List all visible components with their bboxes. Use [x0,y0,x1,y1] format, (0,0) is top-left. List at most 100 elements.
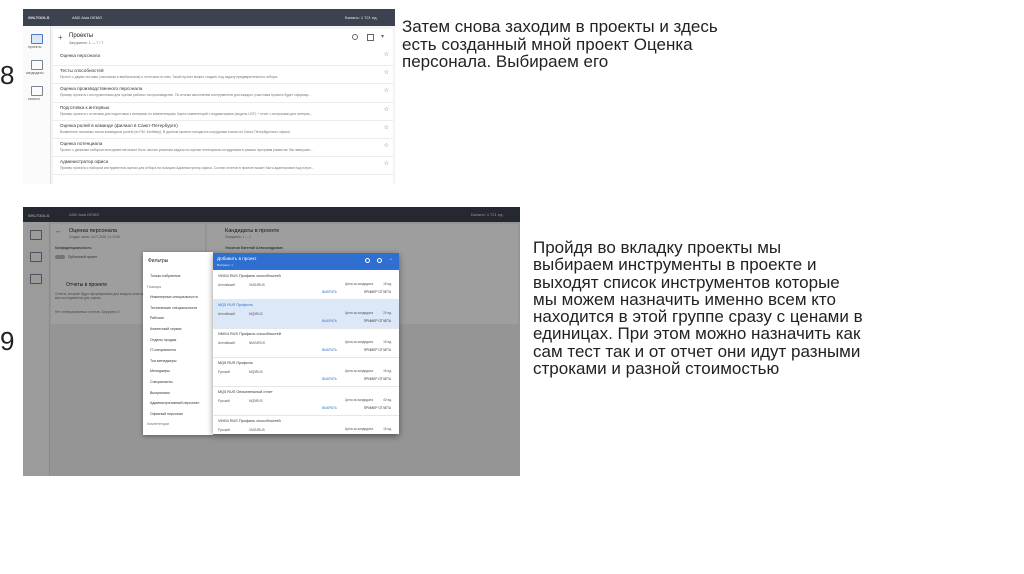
example-report-button[interactable]: ПРИМЕР ОТЧЕТА [364,377,391,381]
project-row[interactable]: Подготовка к интервью Пример проекта с от… [53,102,393,121]
favorite-star-icon[interactable]: ☆ [384,106,389,113]
search-icon-dialog[interactable] [365,258,370,263]
filter-item[interactable]: Отделы продаж [150,338,176,342]
price-label: Цена за кандидата [344,427,373,431]
projects-panel: + Проекты Загружено: 1 — 7 / 7 ▾ Оценка … [53,29,393,184]
project-title[interactable]: Оценка персонала [60,53,100,58]
balance: Баланс: 1 721 ед. [345,15,378,20]
instrument-row[interactable]: MQ5 RUS Описательный отчет Русский MQ5RUS Ц… [213,386,399,416]
filter-item[interactable]: Позиция [147,285,161,289]
example-report-button[interactable]: ПРИМЕР ОТЧЕТА [364,290,391,294]
instrument-row[interactable]: VMG4 RUS Профиль способностей Русский VMG4… [213,415,399,434]
add-project-icon[interactable]: + [58,33,63,42]
step-number-9: 9 [0,326,15,356]
project-title[interactable]: Администратор офиса [60,159,108,164]
instrument-language: Английский [218,341,235,345]
instrument-code: NMG4RUS [249,341,265,345]
instrument-code: VMG4RUS [249,428,265,432]
catalog-icon[interactable] [31,86,43,96]
instrument-code: MQ5RUS [249,370,263,374]
project-row[interactable]: Оценка персонала ☆ [53,47,393,67]
instrument-row[interactable]: VMG4 RUS Профиль способностей Английский V… [213,270,399,300]
example-report-button[interactable]: ПРИМЕР ОТЧЕТА [364,406,391,410]
project-row[interactable]: Тесты способностей Проект с двумя тестами… [53,65,393,85]
filter-item[interactable]: Клиентский сервис [150,327,182,331]
instrument-code: VMG4RUS [249,283,265,287]
project-title[interactable]: Оценка ролей в команде (филиал в Санкт-П… [60,123,178,128]
sidebar-item-projects[interactable]: проекты [28,45,41,49]
instrument-row[interactable]: MQ5 RUS Профиль Русский MQ5RUS Цена за канд… [213,357,399,387]
candidates-icon[interactable] [31,60,43,70]
instrument-price: 15 ед. [383,369,392,373]
filter-item[interactable]: Рабочие [150,316,164,320]
filter-item[interactable]: Выпускники [150,391,170,395]
price-label: Цена за кандидата [344,369,373,373]
instrument-code: MQ5RUS [249,399,263,403]
instrument-name: MQ5 RUS Описательный отчет [218,390,273,394]
step9-caption: Пройдя во вкладку проекты мы выбираем ин… [533,238,863,379]
next-arrow-icon[interactable]: → [388,256,393,262]
choose-button[interactable]: ВЫБРАТЬ [322,290,337,294]
filter-item[interactable]: IT-специалисты [150,348,176,352]
filter-item[interactable]: Административный персонал [150,401,199,405]
instrument-price: 15 ед. [383,282,392,286]
instrument-name: VMG4 RUS Профиль способностей [218,419,281,423]
filter-item[interactable]: Топ-менеджеры [150,359,177,363]
choose-button[interactable]: ВЫБРАТЬ [322,319,337,323]
choose-button[interactable]: ВЫБРАТЬ [322,377,337,381]
org-name[interactable]: AND Asia DEMO [72,15,102,20]
projects-icon[interactable] [31,34,43,44]
price-label: Цена за кандидата [344,340,373,344]
favorite-star-icon[interactable]: ☆ [384,142,389,149]
clear-icon[interactable] [377,258,382,263]
add-to-project-dialog: Добавить в проект Выбрано: 1 → VMG4 RUS … [213,253,399,434]
price-label: Цена за кандидата [344,311,373,315]
favorite-star-icon[interactable]: ☆ [384,87,389,94]
project-row[interactable]: Администратор офиса Пример проекта с набо… [53,156,393,176]
filter-item[interactable]: Технические специальности [150,306,197,310]
instrument-name: MQ5 RUS Профиль [218,303,253,307]
project-title[interactable]: Оценка производственного персонала [60,86,142,91]
dialog-header: Добавить в проект Выбрано: 1 → [213,253,399,270]
filter-item[interactable]: Специалисты [150,380,173,384]
project-description: Пример проекта с инструментами для оценк… [60,93,312,98]
sidebar-item-catalog[interactable]: каталог [28,97,40,101]
project-description: Проект с данными набором инструментов мо… [60,148,314,152]
filter-item[interactable]: Компетенции [147,422,169,426]
sidebar-item-candidates[interactable]: кандидаты [26,71,44,75]
loaded-count: Загружено: 1 — 7 / 7 [69,41,104,45]
project-row[interactable]: Оценка потенциала Проект с данными наборо… [53,138,393,158]
instrument-row[interactable]: NMG4 RUS Профиль способностей Английский N… [213,328,399,358]
instrument-price: 15 ед. [383,427,392,431]
project-row[interactable]: Оценка производственного персонала Пример… [53,83,393,103]
search-icon[interactable] [352,34,358,40]
screenshot-add-to-project: SHLTOOLS AND Asia DEMO Баланс: 1 721 ед.… [23,207,520,476]
favorite-star-icon[interactable]: ☆ [384,51,389,58]
filter-item[interactable]: Менеджеры [150,369,170,373]
project-title[interactable]: Оценка потенциала [60,141,102,146]
favorite-star-icon[interactable]: ☆ [384,160,389,167]
project-title[interactable]: Подготовка к интервью [60,105,109,110]
example-report-button[interactable]: ПРИМЕР ОТЧЕТА [364,319,391,323]
project-row[interactable]: Оценка ролей в команде (филиал в Санкт-П… [53,120,393,139]
price-label: Цена за кандидата [344,282,373,286]
favorite-star-icon[interactable]: ☆ [384,124,389,131]
instrument-language: Английский [218,312,235,316]
filter-icon[interactable]: ▾ [381,33,384,40]
project-description: Проект с двумя тестами (числовым и верба… [60,75,278,80]
instrument-price: 20 ед. [383,311,392,315]
filter-item[interactable]: Офисный персонал [150,412,183,416]
archive-icon[interactable] [367,34,374,41]
filter-item[interactable]: Инженерные специальности [150,295,198,299]
choose-button[interactable]: ВЫБРАТЬ [322,348,337,352]
step8-caption: Затем снова заходим в проекты и здесь ес… [402,17,718,71]
example-report-button[interactable]: ПРИМЕР ОТЧЕТА [364,348,391,352]
project-title[interactable]: Тесты способностей [60,68,104,73]
project-description: Выявление основных типов командных ролей… [60,129,291,134]
filter-item[interactable]: Только избранные [150,274,181,278]
favorite-star-icon[interactable]: ☆ [384,69,389,76]
choose-button[interactable]: ВЫБРАТЬ [322,406,337,410]
instrument-name: NMG4 RUS Профиль способностей [218,332,281,336]
instrument-name: MQ5 RUS Профиль [218,361,253,365]
instrument-row[interactable]: MQ5 RUS Профиль Английский MQ5RUS Цена за к… [213,299,399,329]
